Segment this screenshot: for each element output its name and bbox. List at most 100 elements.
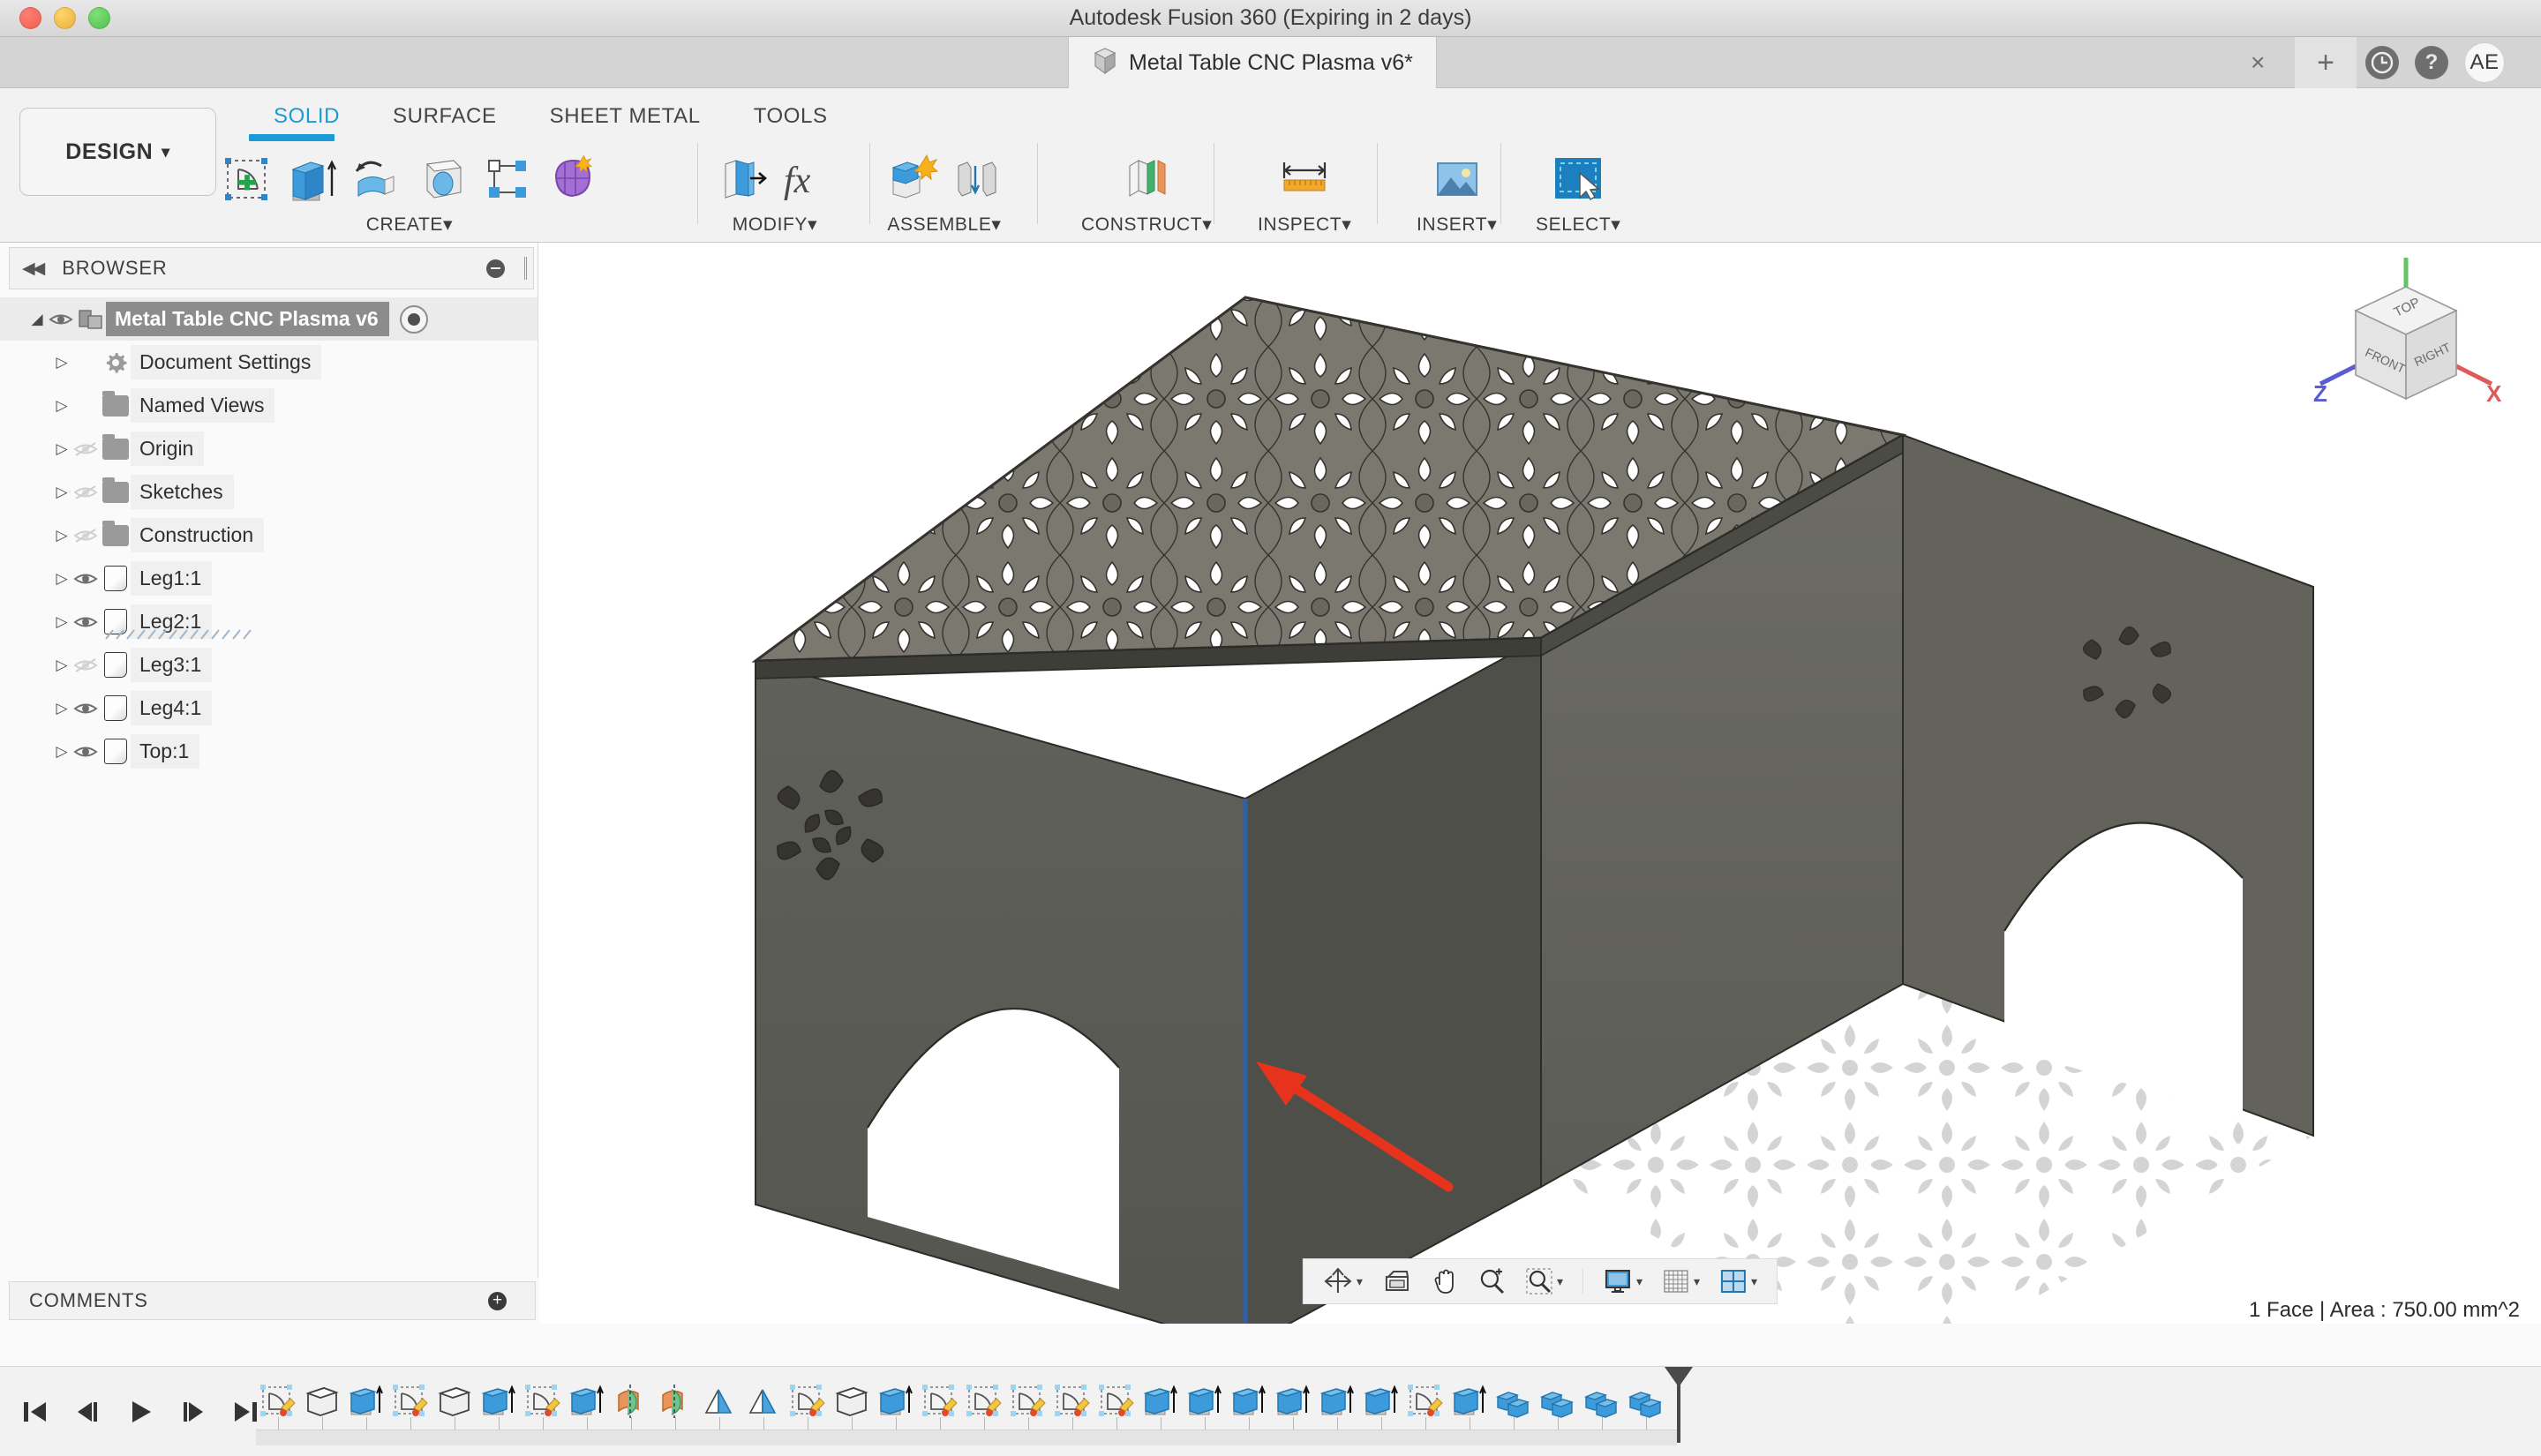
timeline-feature-extrude-solid-icon[interactable] bbox=[300, 1379, 342, 1423]
timeline-feature-extrude-icon[interactable] bbox=[477, 1379, 519, 1423]
viewports-icon[interactable]: ▾ bbox=[1712, 1268, 1764, 1295]
tab-surface[interactable]: SURFACE bbox=[366, 104, 523, 129]
timeline-feature-extrude-icon[interactable] bbox=[1315, 1379, 1357, 1423]
add-comment-button[interactable]: + bbox=[488, 1291, 507, 1310]
chevron-down-icon[interactable]: ▾ bbox=[1557, 1274, 1563, 1289]
timeline-feature-sketch-icon[interactable] bbox=[1094, 1379, 1137, 1423]
timeline-feature-sketch-icon[interactable] bbox=[786, 1379, 828, 1423]
tree-item-document-settings[interactable]: ▷ Document Settings bbox=[0, 341, 538, 384]
timeline-feature-sketch-icon[interactable] bbox=[962, 1379, 1004, 1423]
model-3d-view[interactable] bbox=[539, 243, 2541, 1324]
chevron-down-icon[interactable]: ▾ bbox=[1694, 1274, 1700, 1289]
timeline-feature-extrude-icon[interactable] bbox=[1271, 1379, 1313, 1423]
timeline-feature-sketch-icon[interactable] bbox=[256, 1379, 298, 1423]
new-tab-button[interactable]: + bbox=[2295, 37, 2357, 88]
chevron-down-icon[interactable]: ▾ bbox=[1751, 1274, 1757, 1289]
timeline-feature-combine-icon[interactable] bbox=[1624, 1379, 1666, 1423]
create-sketch-icon[interactable] bbox=[219, 152, 274, 206]
grid-snaps-icon[interactable]: ▾ bbox=[1655, 1268, 1707, 1295]
avatar[interactable]: AE bbox=[2464, 42, 2505, 83]
chevron-right-icon[interactable]: ▷ bbox=[53, 700, 71, 717]
panel-label-assemble[interactable]: ASSEMBLE▾ bbox=[887, 214, 1001, 236]
revolve-icon[interactable] bbox=[350, 152, 404, 206]
joint-icon[interactable] bbox=[950, 152, 1004, 206]
timeline-feature-extrude-icon[interactable] bbox=[1183, 1379, 1225, 1423]
tree-item-origin[interactable]: ▷ Origin bbox=[0, 427, 538, 470]
comments-header[interactable]: COMMENTS + bbox=[9, 1281, 536, 1320]
step-forward-icon[interactable] bbox=[178, 1397, 208, 1427]
timeline-playhead[interactable] bbox=[1661, 1365, 1693, 1449]
press-pull-icon[interactable] bbox=[715, 152, 770, 206]
tree-item-leg4[interactable]: ▷ Leg4:1 bbox=[0, 687, 538, 730]
insert-image-icon[interactable] bbox=[1430, 152, 1485, 206]
pan-icon[interactable] bbox=[1425, 1267, 1465, 1295]
sweep-icon[interactable] bbox=[415, 152, 470, 206]
visibility-eye-off-icon[interactable] bbox=[71, 528, 101, 544]
visibility-eye-off-icon[interactable] bbox=[71, 484, 101, 500]
panel-label-inspect[interactable]: INSPECT▾ bbox=[1258, 214, 1351, 236]
visibility-eye-icon[interactable] bbox=[46, 311, 76, 327]
timeline-feature-extrude-icon[interactable] bbox=[1447, 1379, 1490, 1423]
chevron-right-icon[interactable]: ▷ bbox=[53, 743, 71, 761]
activate-component-radio[interactable] bbox=[399, 304, 428, 334]
workspace-switcher[interactable]: DESIGN ▾ bbox=[19, 108, 216, 196]
leg-front-panel[interactable] bbox=[1244, 636, 1542, 1324]
visibility-eye-off-icon[interactable] bbox=[71, 657, 101, 673]
orbit-icon[interactable]: ▾ bbox=[1316, 1266, 1370, 1296]
panel-label-modify[interactable]: MODIFY▾ bbox=[733, 214, 817, 236]
extrude-icon[interactable] bbox=[284, 152, 339, 206]
visibility-eye-icon[interactable] bbox=[71, 701, 101, 717]
timeline-rail[interactable] bbox=[256, 1417, 1677, 1445]
pattern-icon[interactable] bbox=[480, 152, 535, 206]
timeline-feature-extrude-solid-icon[interactable] bbox=[432, 1379, 475, 1423]
timeline-feature-revolve-icon[interactable] bbox=[653, 1379, 695, 1423]
offset-plane-icon[interactable] bbox=[1119, 152, 1174, 206]
chevron-right-icon[interactable]: ▷ bbox=[53, 570, 71, 588]
timeline-feature-extrude-solid-icon[interactable] bbox=[830, 1379, 872, 1423]
panel-label-insert[interactable]: INSERT▾ bbox=[1417, 214, 1497, 236]
panel-label-construct[interactable]: CONSTRUCT▾ bbox=[1081, 214, 1212, 236]
timeline-feature-sketch-icon[interactable] bbox=[1403, 1379, 1446, 1423]
visibility-eye-icon[interactable] bbox=[71, 614, 101, 630]
zoom-window-icon[interactable]: ▾ bbox=[1518, 1267, 1570, 1295]
timeline-feature-sketch-icon[interactable] bbox=[1050, 1379, 1093, 1423]
minimize-icon[interactable] bbox=[486, 259, 505, 278]
timeline-feature-extrude-icon[interactable] bbox=[1227, 1379, 1269, 1423]
timeline-feature-extrude-icon[interactable] bbox=[565, 1379, 607, 1423]
look-at-icon[interactable] bbox=[1375, 1268, 1419, 1295]
document-tab[interactable]: Metal Table CNC Plasma v6* bbox=[1068, 37, 1437, 88]
chevron-right-icon[interactable]: ▷ bbox=[53, 354, 71, 372]
panel-label-create[interactable]: CREATE▾ bbox=[366, 214, 453, 236]
timeline-feature-combine-icon[interactable] bbox=[1580, 1379, 1622, 1423]
close-tab-button[interactable]: × bbox=[2251, 50, 2265, 75]
tree-item-leg3[interactable]: ▷ Leg3:1 bbox=[0, 643, 538, 687]
tree-item-top[interactable]: ▷ Top:1 bbox=[0, 730, 538, 773]
chevron-right-icon[interactable]: ▷ bbox=[53, 613, 71, 631]
tree-root-node[interactable]: ◢ Metal Table CNC Plasma v6 bbox=[0, 297, 538, 341]
parameters-icon[interactable]: fx bbox=[780, 152, 835, 206]
timeline-feature-extrude-icon[interactable] bbox=[344, 1379, 387, 1423]
select-icon[interactable] bbox=[1551, 152, 1605, 206]
chevron-right-icon[interactable]: ▷ bbox=[53, 440, 71, 458]
display-settings-icon[interactable]: ▾ bbox=[1596, 1268, 1650, 1295]
jump-to-start-icon[interactable] bbox=[19, 1397, 49, 1427]
timeline-feature-sketch-icon[interactable] bbox=[1006, 1379, 1049, 1423]
panel-label-select[interactable]: SELECT▾ bbox=[1536, 214, 1620, 236]
chevron-right-icon[interactable]: ▷ bbox=[53, 527, 71, 544]
timeline-feature-extrude-icon[interactable] bbox=[1139, 1379, 1181, 1423]
tree-item-leg2[interactable]: ▷ Leg2:1 bbox=[0, 600, 538, 643]
chevron-down-icon[interactable]: ▾ bbox=[1636, 1274, 1643, 1289]
panel-resize-handle[interactable] bbox=[524, 257, 527, 280]
viewport-canvas[interactable]: Z X Y TOP FRONT RIGHT ▾ bbox=[539, 243, 2541, 1324]
collapse-left-icon[interactable]: ◀◀ bbox=[22, 259, 45, 279]
create-form-icon[interactable] bbox=[545, 152, 600, 206]
timeline-feature-sketch-icon[interactable] bbox=[918, 1379, 960, 1423]
timeline-feature-loft-icon[interactable] bbox=[697, 1379, 740, 1423]
play-icon[interactable] bbox=[125, 1397, 155, 1427]
step-back-icon[interactable] bbox=[72, 1397, 102, 1427]
chevron-right-icon[interactable]: ▷ bbox=[53, 657, 71, 674]
timeline-feature-extrude-icon[interactable] bbox=[874, 1379, 916, 1423]
timeline-feature-sketch-icon[interactable] bbox=[521, 1379, 563, 1423]
timeline-feature-loft-icon[interactable] bbox=[741, 1379, 784, 1423]
zoom-in-icon[interactable] bbox=[1470, 1267, 1513, 1295]
